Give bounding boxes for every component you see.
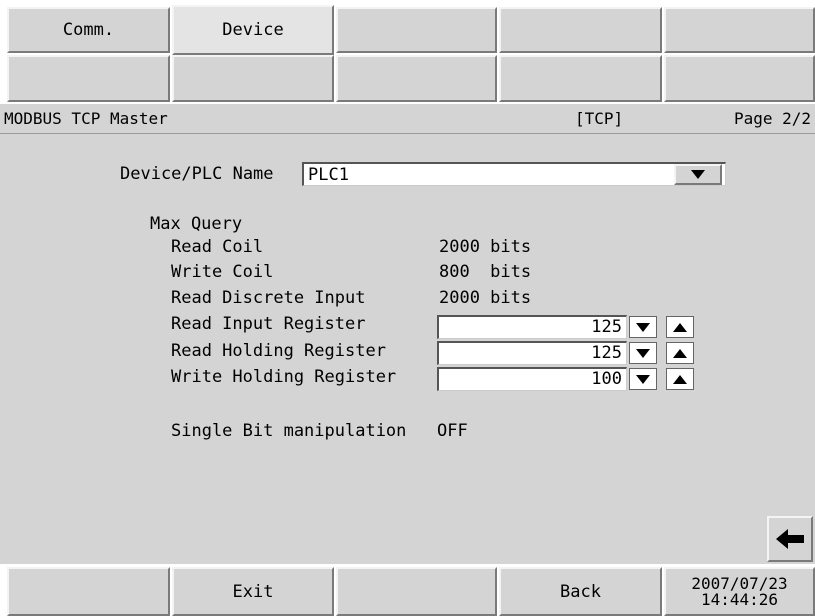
max-query-heading: Max Query <box>150 214 243 234</box>
top-button-7[interactable] <box>172 55 334 102</box>
read-holding-register-field[interactable]: 125 <box>437 341 627 365</box>
back-label: Back <box>560 581 601 602</box>
write-coil-label: Write Coil <box>171 262 274 282</box>
device-name-value: PLC1 <box>308 165 349 185</box>
write-holding-register-label: Write Holding Register <box>171 367 397 387</box>
back-arrow-button[interactable] <box>767 516 813 562</box>
top-button-6[interactable] <box>7 55 170 102</box>
top-button-4[interactable] <box>499 7 662 53</box>
bottom-button-3[interactable] <box>336 567 497 616</box>
top-button-10[interactable] <box>664 55 815 102</box>
bottom-bar: Exit Back 2007/07/23 14:44:26 <box>0 564 815 616</box>
read-discrete-input-label: Read Discrete Input <box>171 288 366 308</box>
bottom-button-1[interactable] <box>7 567 170 616</box>
write-coil-value: 800 bits <box>439 262 532 282</box>
connection-mode: [TCP] <box>575 109 624 128</box>
read-holding-register-label: Read Holding Register <box>171 341 386 361</box>
read-holding-register-value: 125 <box>591 343 622 363</box>
write-holding-register-field[interactable]: 100 <box>437 367 627 391</box>
status-bar: MODBUS TCP Master [TCP] Page 2/2 <box>0 104 815 134</box>
read-input-register-field[interactable]: 125 <box>437 315 627 339</box>
top-button-5[interactable] <box>664 7 815 53</box>
left-arrow-icon <box>776 529 804 549</box>
top-button-9[interactable] <box>499 55 662 102</box>
exit-button[interactable]: Exit <box>172 567 334 616</box>
time-text: 14:44:26 <box>700 589 779 609</box>
datetime-display: 2007/07/23 14:44:26 <box>664 567 815 616</box>
read-input-register-value: 125 <box>591 317 622 337</box>
read-input-register-decrement[interactable] <box>629 316 657 338</box>
protocol-name: MODBUS TCP Master <box>4 109 168 128</box>
tab-device[interactable]: Device <box>172 5 334 55</box>
triangle-up-icon <box>673 374 687 384</box>
tab-comm-label: Comm. <box>62 20 115 40</box>
triangle-down-icon <box>636 374 650 384</box>
triangle-down-icon <box>636 322 650 332</box>
read-input-register-label: Read Input Register <box>171 314 366 334</box>
write-holding-register-increment[interactable] <box>666 368 694 390</box>
screen: Comm. Device MODBUS TCP Master [TCP] Pag… <box>0 0 815 616</box>
read-holding-register-increment[interactable] <box>666 342 694 364</box>
device-name-label: Device/PLC Name <box>120 164 274 184</box>
read-input-register-increment[interactable] <box>666 316 694 338</box>
read-coil-label: Read Coil <box>171 237 264 257</box>
read-holding-register-decrement[interactable] <box>629 342 657 364</box>
read-coil-value: 2000 bits <box>439 237 532 257</box>
single-bit-value: OFF <box>437 421 468 441</box>
top-button-3[interactable] <box>336 7 497 53</box>
exit-label: Exit <box>232 581 274 602</box>
dropdown-button[interactable] <box>674 164 722 185</box>
top-bar: Comm. Device <box>0 0 815 104</box>
triangle-up-icon <box>673 348 687 358</box>
back-button[interactable]: Back <box>499 567 662 616</box>
write-holding-register-value: 100 <box>591 369 622 389</box>
device-name-select[interactable]: PLC1 <box>302 162 726 186</box>
write-holding-register-decrement[interactable] <box>629 368 657 390</box>
read-discrete-input-value: 2000 bits <box>439 288 532 308</box>
top-button-8[interactable] <box>336 55 497 102</box>
page-indicator: Page 2/2 <box>734 109 812 128</box>
triangle-down-icon <box>691 170 705 179</box>
tab-device-label: Device <box>222 20 284 40</box>
triangle-down-icon <box>636 348 650 358</box>
tab-comm[interactable]: Comm. <box>7 7 170 53</box>
single-bit-label: Single Bit manipulation <box>171 421 407 441</box>
triangle-up-icon <box>673 322 687 332</box>
